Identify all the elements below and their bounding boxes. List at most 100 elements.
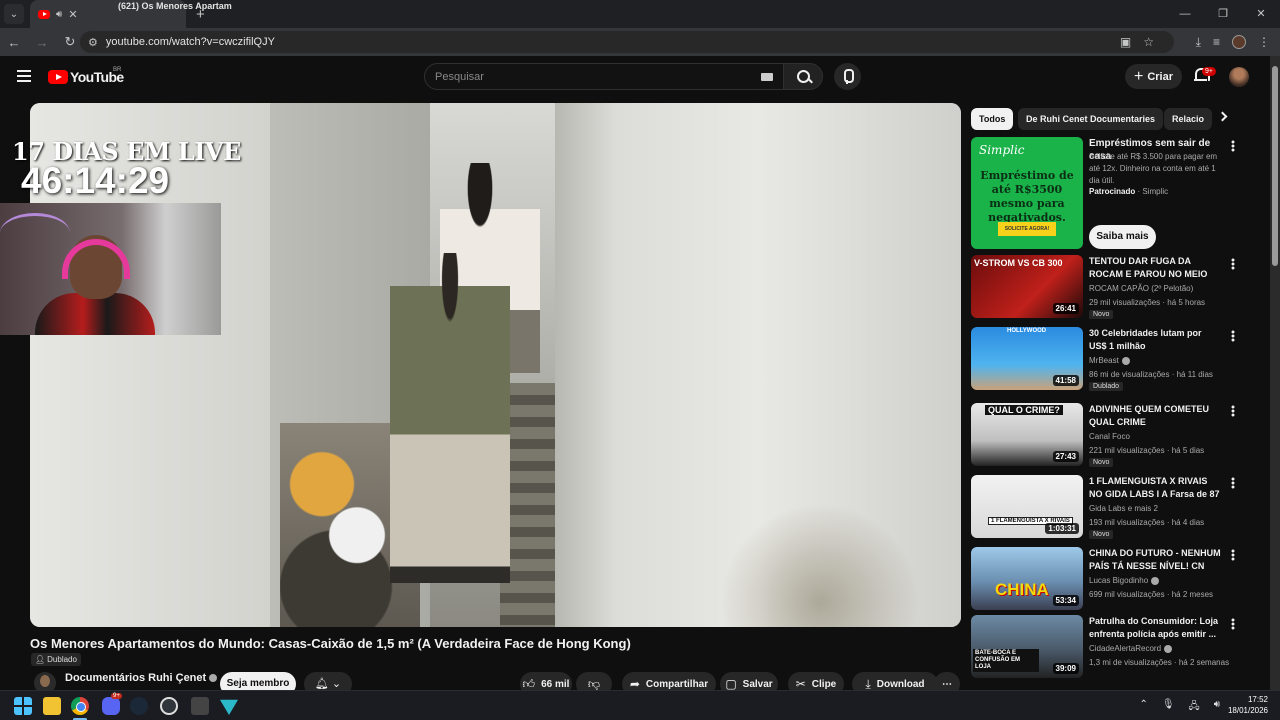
ad-image-button: SOLICITE AGORA! [998,222,1056,236]
steam-icon[interactable] [130,697,148,715]
file-explorer-icon[interactable] [43,697,61,715]
browser-tab-youtube[interactable]: (621) Os Menores Apartam 🔊︎ ✕ [30,0,232,28]
browser-menu-icon[interactable]: ⋮ [1258,35,1270,49]
duration-badge: 53:34 [1052,595,1079,606]
network-icon[interactable]: 🖧︎ [1189,699,1200,716]
account-avatar[interactable] [1229,67,1249,87]
ad-image[interactable]: Simplic Empréstimo de até R$3500 mesmo p… [971,137,1083,249]
channel-name[interactable]: Documentários Ruhi Çenet [65,672,218,684]
video-title: 30 Celebridades lutam por US$ 1 milhão [1089,328,1202,351]
site-info-icon[interactable]: ⚙︎ [88,36,98,49]
app-v-icon[interactable] [220,699,238,715]
chip-channel[interactable]: De Ruhi Cenet Documentaries [1018,108,1164,130]
related-video-card[interactable]: BATE-BOCA E CONFUSÃO EM LOJA 39:09 Patru… [971,615,1241,681]
microphone-icon[interactable]: 🎙︎ [1162,699,1175,716]
channel-name-text: MrBeast [1089,356,1119,365]
related-filter-chips: Todos De Ruhi Cenet Documentaries Relaci… [971,108,1241,130]
obs-icon[interactable] [160,697,178,715]
profile-avatar[interactable] [1232,35,1246,49]
tab-close-icon[interactable]: ✕ [68,8,77,21]
duration-badge: 1:03:31 [1045,523,1079,534]
address-bar[interactable]: ⚙︎ youtube.com/watch?v=cwczifilQJY [80,31,1174,53]
restore-icon[interactable]: ❐ [1204,0,1242,28]
video-thumbnail[interactable]: BATE-BOCA E CONFUSÃO EM LOJA 39:09 [971,615,1083,678]
more-options-icon[interactable] [1231,618,1235,630]
related-video-card[interactable]: V-STROM VS CB 300 26:41 TENTOU DAR FUGA … [971,255,1241,321]
ad-more-icon[interactable] [1231,140,1235,152]
channel-name[interactable]: ROCAM CAPÃO (2º Pelotão) [1089,284,1193,293]
window-close-icon[interactable]: ✕ [1242,0,1280,28]
chip-related[interactable]: Relacio [1164,108,1213,130]
keyboard-icon[interactable] [761,73,773,81]
related-video-card[interactable]: HOLLYWOOD 41:58 30 Celebridades lutam po… [971,327,1241,393]
scrollbar-thumb[interactable] [1272,66,1278,266]
reading-list-icon[interactable]: ≡ [1213,35,1220,49]
video-thumbnail[interactable]: HOLLYWOOD 41:58 [971,327,1083,390]
windows-taskbar: 9+ ⌃ 🎙︎ 🖧︎ 🔊︎ 17:52 18/01/2026 [0,690,1280,720]
duration-badge: 39:09 [1052,663,1079,674]
back-icon[interactable]: ← [0,35,28,50]
tab-search-icon[interactable]: ⌄ [4,4,24,24]
video-meta: 221 mil visualizações · há 5 dias [1089,446,1205,455]
channel-name[interactable]: Gida Labs e mais 2 [1089,504,1158,513]
video-thumbnail[interactable]: CHINA 53:34 [971,547,1083,610]
dub-person-icon: 👤︎ [35,655,46,664]
audio-playing-icon[interactable]: 🔊︎ [56,9,62,20]
downloads-icon[interactable]: ⤓ [1196,35,1201,50]
start-menu-icon[interactable] [14,697,32,715]
thumbnail-text: BATE-BOCA E CONFUSÃO EM LOJA [973,649,1039,672]
channel-name[interactable]: MrBeast [1089,356,1130,365]
app-icon[interactable] [191,697,209,715]
tab-title: (621) Os Menores Apartam [118,1,232,11]
ad-cta-button[interactable]: Saiba mais [1089,225,1156,249]
more-options-icon[interactable] [1231,405,1235,417]
more-options-icon[interactable] [1231,330,1235,342]
voice-search-icon[interactable] [834,63,861,90]
youtube-play-icon [48,70,68,84]
thumbnail-text: CHINA [995,580,1049,599]
search-input[interactable]: Pesquisar [424,63,784,90]
duration-badge: 41:58 [1052,375,1079,386]
volume-icon[interactable]: 🔊︎ [1214,699,1220,716]
related-video-card[interactable]: CHINA 53:34 CHINA DO FUTURO - NENHUM PAÍ… [971,547,1241,613]
save-icon: ▢ [725,677,737,691]
stream-overlay-timer: 46:14:29 [21,160,170,201]
ad-logo: Simplic [979,143,1025,157]
discord-icon[interactable] [102,697,120,715]
streamer-webcam [0,203,221,335]
headphones-icon [62,239,130,279]
duration-badge: 26:41 [1052,303,1079,314]
cast-icon[interactable]: ▣ [1120,35,1131,49]
dubbed-badge: 👤︎ Dublado [31,653,81,666]
video-thumbnail[interactable]: V-STROM VS CB 300 26:41 [971,255,1083,318]
channel-name[interactable]: Lucas Bigodinho [1089,576,1160,585]
chrome-icon[interactable] [71,697,89,715]
related-video-card[interactable]: 1 FLAMENGUISTA X RIVAIS 1:03:31 1 FLAMEN… [971,475,1241,541]
forward-icon[interactable]: → [28,35,56,50]
create-button[interactable]: + Criar [1125,64,1182,89]
channel-name[interactable]: CidadeAlertaRecord [1089,644,1173,653]
youtube-logo[interactable]: YouTube BR [48,67,124,85]
minimize-icon[interactable]: — [1166,0,1204,28]
search-button[interactable] [783,63,823,90]
system-clock[interactable]: 17:52 18/01/2026 [1228,694,1268,716]
chip-all[interactable]: Todos [971,108,1014,130]
more-options-icon[interactable] [1231,549,1235,561]
related-video-card[interactable]: QUAL O CRIME? 27:43 ADIVINHE QUEM COMETE… [971,403,1241,469]
browser-tab-strip: ⌄ (621) Os Menores Apartam 🔊︎ ✕ + — ❐ ✕ [0,0,1280,28]
more-options-icon[interactable] [1231,258,1235,270]
video-thumbnail[interactable]: QUAL O CRIME? 27:43 [971,403,1083,466]
dubbed-badge: Dublado [1089,382,1124,391]
video-thumbnail[interactable]: 1 FLAMENGUISTA X RIVAIS 1:03:31 [971,475,1083,538]
channel-name[interactable]: Canal Foco [1089,432,1130,441]
video-player[interactable] [30,103,961,627]
tray-chevron-icon[interactable]: ⌃ [1139,699,1147,716]
youtube-header: YouTube BR Pesquisar + Criar 9+ [0,56,1270,100]
more-options-icon[interactable] [1231,477,1235,489]
sponsored-label: Patrocinado [1089,187,1136,196]
ad-sponsored-line: Patrocinado · Simplic [1089,187,1168,196]
video-meta: 193 mil visualizações · há 4 dias [1089,518,1205,527]
ad-description: Solicite até R$ 3.500 para pagar em até … [1089,152,1218,185]
bookmark-star-icon[interactable]: ☆ [1143,35,1154,49]
menu-icon[interactable] [17,70,31,82]
